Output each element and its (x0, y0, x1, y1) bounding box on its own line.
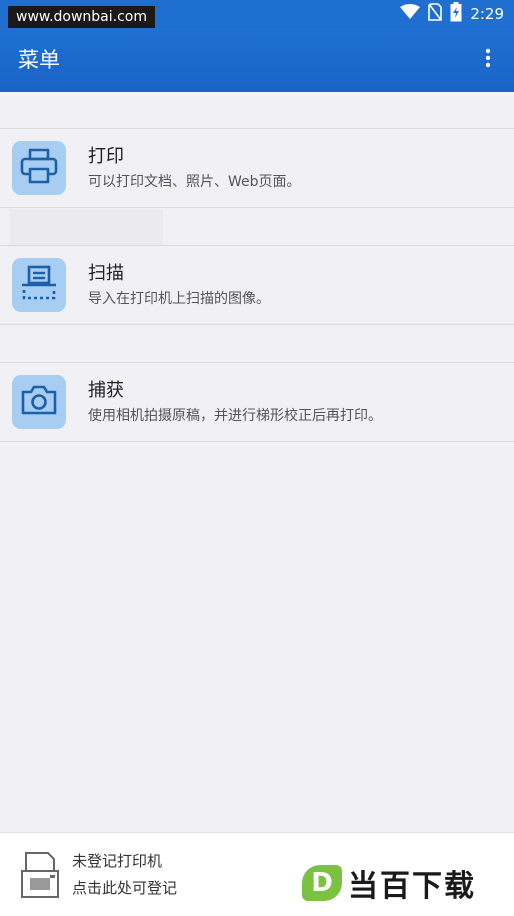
brand-logo-mark: D (302, 865, 342, 901)
menu-item-title: 扫描 (88, 263, 124, 284)
wifi-icon (400, 4, 421, 24)
print-icon-tile (12, 141, 66, 195)
app-bar: 菜单 (0, 28, 514, 92)
register-hint-text[interactable]: 点击此处可登记 (72, 878, 177, 898)
divider-gap (10, 209, 163, 245)
brand-logo-text: 当百下载 (348, 869, 476, 904)
status-icons: 2:29 (400, 2, 504, 26)
printer-outline-icon (20, 851, 60, 899)
menu-item-title: 捕获 (88, 380, 124, 401)
status-bar: www.downbai.com 2:29 (0, 0, 514, 28)
scan-icon-tile (12, 258, 66, 312)
capture-icon-tile (12, 375, 66, 429)
printer-status-text: 未登记打印机 (72, 852, 163, 870)
menu-item-title: 打印 (88, 146, 124, 167)
page-title: 菜单 (18, 48, 60, 72)
watermark-url: www.downbai.com (8, 6, 155, 28)
menu-item-desc: 可以打印文档、照片、Web页面。 (88, 174, 301, 190)
more-vert-icon (485, 48, 491, 72)
menu-item-capture[interactable]: 捕获 使用相机拍摄原稿，并进行梯形校正后再打印。 (0, 362, 514, 442)
menu-item-print[interactable]: 打印 可以打印文档、照片、Web页面。 (0, 128, 514, 208)
clock: 2:29 (470, 5, 504, 23)
battery-charging-icon (450, 2, 462, 26)
brand-logo: D 当百下载 (302, 863, 507, 904)
menu-item-desc: 导入在打印机上扫描的图像。 (88, 291, 270, 307)
printer-icon (20, 148, 58, 188)
printer-register-bar[interactable]: 未登记打印机 点击此处可登记 D 当百下载 (0, 832, 514, 916)
menu-item-scan[interactable]: 扫描 导入在打印机上扫描的图像。 (0, 245, 514, 325)
scanner-icon (20, 265, 58, 305)
more-options-button[interactable] (472, 44, 504, 76)
no-sim-icon (428, 3, 443, 25)
menu-item-desc: 使用相机拍摄原稿，并进行梯形校正后再打印。 (88, 408, 382, 424)
camera-icon (20, 384, 58, 420)
